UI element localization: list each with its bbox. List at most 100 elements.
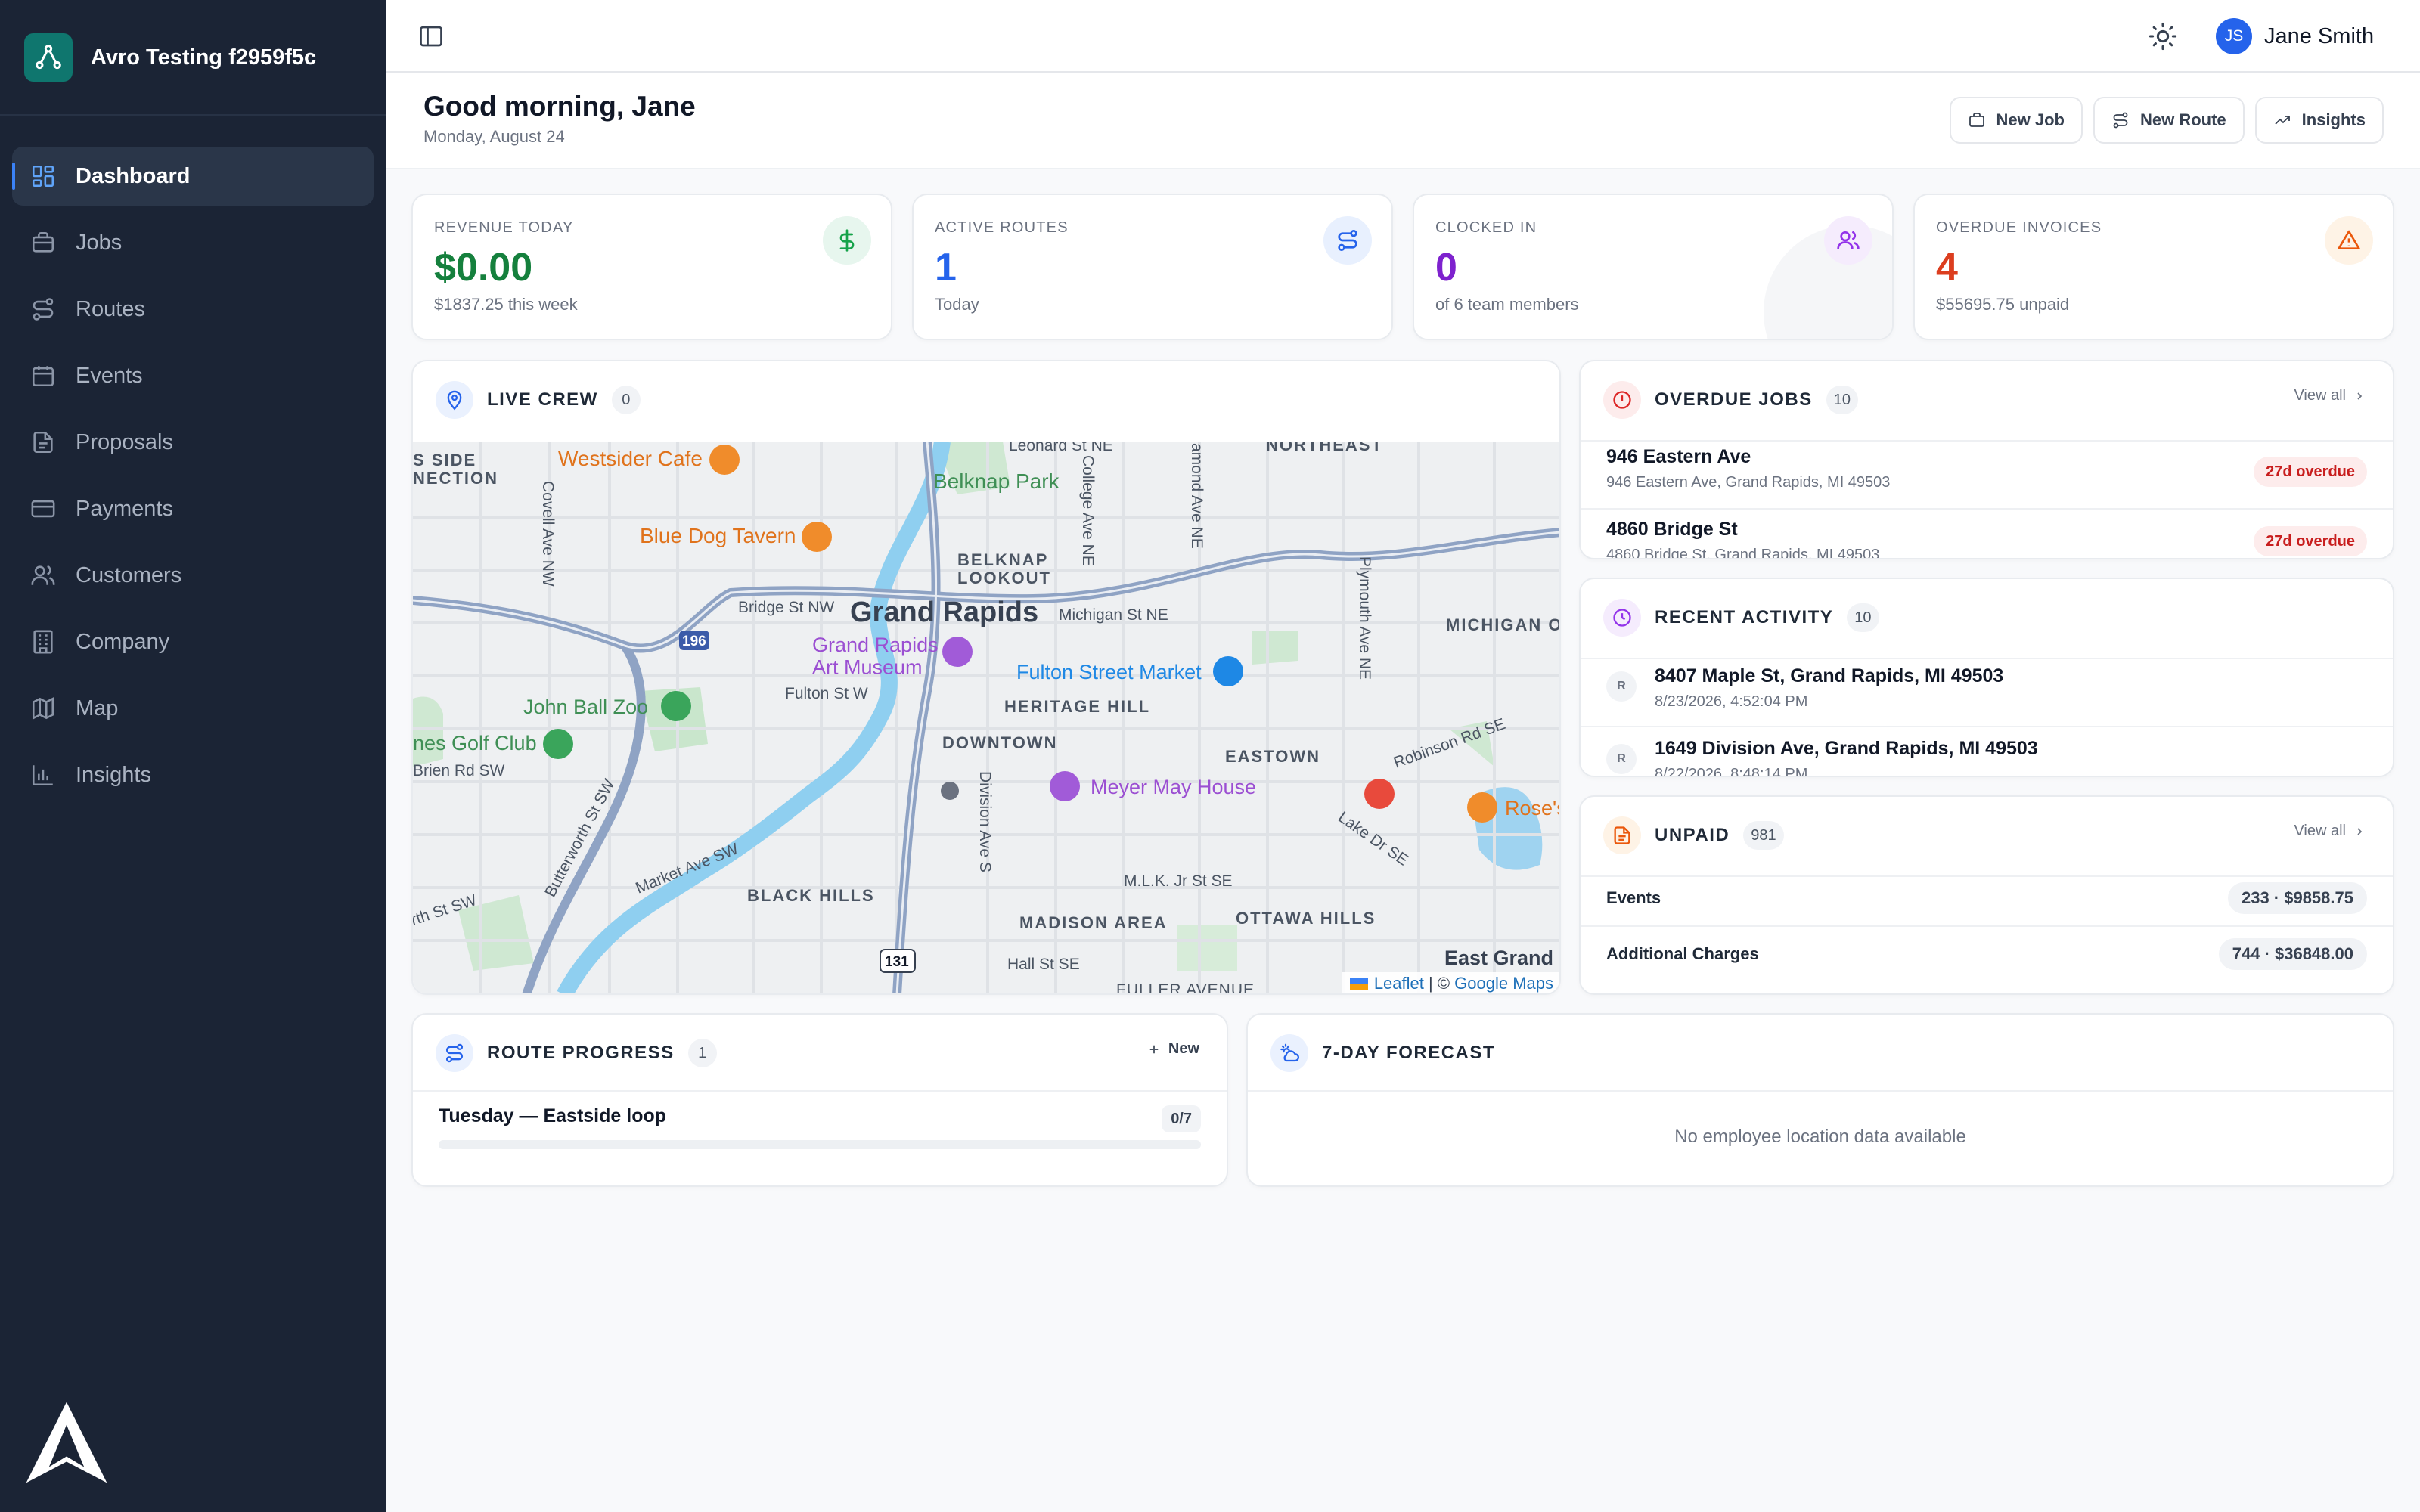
place-label: Meyer May House [1091, 776, 1256, 798]
section-title: OVERDUE JOBS [1655, 389, 1813, 410]
place-label: Grand Rapids Art Museum [812, 634, 939, 679]
place-label: Blue Dog Tavern [640, 524, 796, 547]
org-logo-icon [24, 33, 73, 82]
market-marker [1213, 656, 1243, 686]
kpi-card-overdue-invoices[interactable]: OVERDUE INVOICES 4 $55695.75 unpaid [1913, 194, 2394, 340]
kpi-card-revenue[interactable]: REVENUE TODAY $0.00 $1837.25 this week [411, 194, 892, 340]
list-item[interactable]: 4860 Bridge St 4860 Bridge St, Grand Rap… [1606, 519, 2367, 559]
insights-button[interactable]: Insights [2254, 97, 2384, 144]
park-area [1177, 925, 1237, 971]
place-label: DOWNTOWN [942, 733, 1057, 752]
unpaid-label: Additional Charges [1606, 944, 1759, 963]
warning-icon [2325, 216, 2373, 265]
transit-marker [941, 782, 959, 800]
map-attribution: Leaflet | © Google Maps [1342, 972, 1559, 993]
unpaid-header: UNPAID 981 [1603, 816, 1784, 854]
place-label: John Ball Zoo [523, 696, 648, 718]
overdue-jobs-card: OVERDUE JOBS 10 View all 946 Eastern Ave… [1579, 360, 2394, 559]
new-label: New [1168, 1040, 1199, 1057]
kpi-value: 4 [1936, 246, 1958, 290]
place-label: MADISON AREA [1019, 913, 1168, 932]
museum-marker [942, 637, 973, 667]
user-menu[interactable]: JS Jane Smith [2216, 18, 2374, 54]
sidebar-item-label: Routes [76, 296, 145, 321]
sidebar-item-proposals[interactable]: Proposals [12, 413, 374, 472]
street-label: Brien Rd SW [413, 762, 505, 779]
calendar-icon [32, 366, 54, 387]
live-crew-map[interactable]: Grand Rapids Westsider Cafe Blue Dog Tav… [413, 442, 1561, 995]
briefcase-icon [32, 231, 54, 253]
activity-time: 8/23/2026, 4:52:04 PM [1655, 693, 1808, 710]
sidebar-item-label: Dashboard [76, 163, 191, 188]
kpi-card-active-routes[interactable]: ACTIVE ROUTES 1 Today [912, 194, 1393, 340]
job-address: 4860 Bridge St, Grand Rapids, MI 49503 [1606, 547, 1880, 559]
users-icon [1824, 216, 1872, 265]
unpaid-card: UNPAID 981 View all Events 233 · $9858.7… [1579, 795, 2394, 995]
place-label: MICHIGAN O [1446, 615, 1561, 634]
street-label: FULLER AVENUE [1116, 981, 1255, 995]
new-job-label: New Job [1996, 110, 2065, 129]
activity-item[interactable]: R 8407 Maple St, Grand Rapids, MI 49503 … [1606, 665, 2367, 726]
count-badge: 981 [1743, 821, 1784, 850]
unpaid-row[interactable]: Additional Charges 744 · $36848.00 [1606, 936, 2367, 972]
new-route-link[interactable]: New [1147, 1040, 1199, 1058]
sidebar-toggle-button[interactable] [417, 23, 445, 50]
unpaid-row[interactable]: Events 233 · $9858.75 [1606, 880, 2367, 916]
street-label: Lake Dr SE [1335, 808, 1411, 869]
sidebar-item-map[interactable]: Map [12, 679, 374, 738]
place-label: Belknap Park [933, 469, 1060, 493]
kpi-label: OVERDUE INVOICES [1936, 219, 2102, 236]
sidebar-item-jobs[interactable]: Jobs [12, 213, 374, 272]
place-label: NORTHEAST [1266, 442, 1383, 454]
activity-title: 1649 Division Ave, Grand Rapids, MI 4950… [1655, 738, 2038, 759]
job-title: 946 Eastern Ave [1606, 446, 1751, 467]
job-address: 946 Eastern Ave, Grand Rapids, MI 49503 [1606, 474, 1891, 491]
theme-toggle-button[interactable] [2148, 21, 2178, 51]
sidebar-item-company[interactable]: Company [12, 612, 374, 671]
route-icon [436, 1034, 473, 1072]
landmark-marker [1050, 771, 1080, 801]
count-badge: 10 [1847, 603, 1879, 632]
highway-shield-label: 131 [885, 954, 909, 970]
chevron-right-icon [2357, 827, 2363, 835]
place-label: Rose's [1505, 797, 1561, 820]
kpi-subtext: $55695.75 unpaid [1936, 295, 2070, 314]
new-job-button[interactable]: New Job [1949, 97, 2083, 144]
sidebar-item-label: Customers [76, 562, 182, 587]
section-divider [1581, 658, 2393, 659]
park-area [1252, 631, 1298, 665]
new-route-button[interactable]: New Route [2093, 97, 2245, 144]
flag-icon [1349, 978, 1368, 990]
overdue-badge: 27d overdue [2254, 457, 2367, 487]
activity-avatar: R [1606, 744, 1637, 774]
list-item[interactable]: 946 Eastern Ave 946 Eastern Ave, Grand R… [1606, 446, 2367, 507]
view-all-link[interactable]: View all [2294, 823, 2366, 840]
view-all-link[interactable]: View all [2294, 387, 2366, 404]
place-label: nes Golf Club [413, 732, 537, 754]
kpi-value: $0.00 [434, 246, 533, 290]
sidebar-item-routes[interactable]: Routes [12, 280, 374, 339]
section-title: UNPAID [1655, 825, 1730, 845]
credit-card-icon [31, 500, 55, 518]
leaflet-link[interactable]: Leaflet [1374, 974, 1424, 993]
street-label: Covell Ave NW [539, 481, 557, 587]
activity-text: 8407 Maple St, Grand Rapids, MI 49503 8/… [1655, 665, 2003, 711]
kpi-label: CLOCKED IN [1435, 219, 1537, 236]
forecast-card: 7-DAY FORECAST No employee location data… [1246, 1013, 2394, 1187]
kpi-card-clocked-in[interactable]: CLOCKED IN 0 of 6 team members [1413, 194, 1894, 340]
activity-item[interactable]: R 1649 Division Ave, Grand Rapids, MI 49… [1606, 738, 2367, 776]
google-maps-link[interactable]: Google Maps [1454, 974, 1553, 993]
kpi-label: ACTIVE ROUTES [935, 219, 1069, 236]
org-switcher[interactable]: Avro Testing f2959f5c [24, 33, 316, 82]
sidebar-item-dashboard[interactable]: Dashboard [12, 147, 374, 206]
user-name: Jane Smith [2264, 23, 2375, 48]
activity-title: 8407 Maple St, Grand Rapids, MI 49503 [1655, 665, 2004, 686]
route-icon [1323, 216, 1372, 265]
sidebar-item-events[interactable]: Events [12, 346, 374, 405]
org-name: Avro Testing f2959f5c [91, 45, 317, 70]
restaurant-marker [709, 445, 740, 475]
sidebar-item-customers[interactable]: Customers [12, 546, 374, 605]
sidebar-item-payments[interactable]: Payments [12, 479, 374, 538]
sidebar-item-insights[interactable]: Insights [12, 745, 374, 804]
sidebar-toggle-icon [420, 26, 442, 47]
